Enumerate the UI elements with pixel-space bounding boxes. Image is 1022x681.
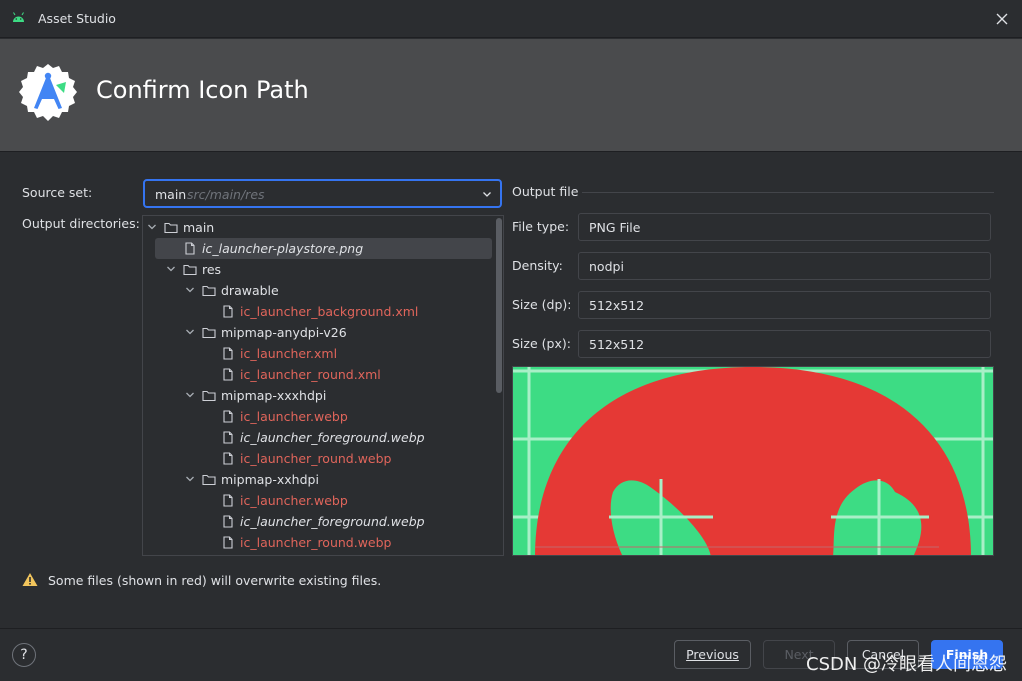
file-icon <box>223 452 233 465</box>
help-button[interactable]: ? <box>12 643 36 667</box>
tree-file-row[interactable]: ic_launcher_foreground.webp <box>143 511 495 532</box>
tree-item-label: ic_launcher.xml <box>240 346 338 361</box>
output-directories-tree[interactable]: ic_launcher_round.webp ic_launcher_foregr… <box>142 215 504 556</box>
file-icon <box>223 305 233 318</box>
file-icon <box>223 536 233 549</box>
chevron-down-icon[interactable] <box>185 327 195 337</box>
source-set-label: Source set: <box>22 185 93 200</box>
output-file-section-title: Output file <box>512 184 579 199</box>
folder-icon <box>202 285 216 297</box>
tree-scrollbar[interactable] <box>495 216 503 555</box>
folder-icon <box>183 264 197 276</box>
tree-file-row[interactable]: ic_launcher-playstore.png <box>155 238 492 259</box>
size-dp-field[interactable]: 512x512 <box>578 291 991 319</box>
folder-icon <box>164 222 178 234</box>
density-value: nodpi <box>589 259 624 274</box>
tree-file-row[interactable]: ic_launcher.webp <box>143 406 495 427</box>
source-set-value: main <box>155 187 187 202</box>
size-dp-value: 512x512 <box>589 298 645 313</box>
chevron-down-icon[interactable] <box>185 285 195 295</box>
density-label: Density: <box>512 258 563 273</box>
overwrite-warning-text: Some files (shown in red) will overwrite… <box>48 573 382 588</box>
source-set-hint: src/main/res <box>187 187 265 202</box>
tree-file-row[interactable]: ic_launcher.xml <box>143 343 495 364</box>
tree-item-label: ic_launcher.webp <box>240 409 348 424</box>
tree-item-label: ic_launcher_foreground.webp <box>240 514 425 529</box>
chevron-down-icon[interactable] <box>185 474 195 484</box>
tree-folder-row[interactable]: res <box>143 259 495 280</box>
file-icon <box>223 410 233 423</box>
tree-item-label: mipmap-xxxhdpi <box>221 388 327 403</box>
size-dp-label: Size (dp): <box>512 297 572 312</box>
tree-item-label: ic_launcher_foreground.webp <box>240 430 425 445</box>
chevron-down-icon[interactable] <box>185 390 195 400</box>
chevron-down-icon[interactable] <box>147 222 157 232</box>
icon-preview-image <box>513 367 993 555</box>
window-title: Asset Studio <box>38 11 116 26</box>
tree-item-label: ic_launcher_round.webp <box>240 535 392 550</box>
size-px-label: Size (px): <box>512 336 571 351</box>
file-icon <box>223 494 233 507</box>
chevron-down-icon[interactable] <box>166 264 176 274</box>
tree-file-row[interactable]: ic_launcher_round.xml <box>143 364 495 385</box>
android-studio-logo-icon <box>19 64 77 121</box>
file-icon <box>223 431 233 444</box>
chevron-down-icon <box>483 192 491 197</box>
source-set-select[interactable]: main src/main/res <box>143 179 502 208</box>
footer-divider <box>0 628 1022 629</box>
icon-preview <box>512 366 994 556</box>
tree-item-label: ic_launcher_round.webp <box>240 451 392 466</box>
tree-item-label: ic_launcher_round.xml <box>240 367 381 382</box>
tree-folder-row[interactable]: mipmap-anydpi-v26 <box>143 322 495 343</box>
tree-item-label: ic_launcher_background.xml <box>240 304 419 319</box>
density-field[interactable]: nodpi <box>578 252 991 280</box>
file-type-value: PNG File <box>589 220 641 235</box>
folder-icon <box>202 390 216 402</box>
tree-item-label: ic_launcher.webp <box>240 493 348 508</box>
folder-icon <box>202 327 216 339</box>
warning-icon <box>22 573 38 586</box>
tree-folder-row[interactable]: mipmap-xxhdpi <box>143 469 495 490</box>
size-px-field[interactable]: 512x512 <box>578 330 991 358</box>
previous-button-label: Previous <box>686 647 739 662</box>
file-type-label: File type: <box>512 219 570 234</box>
output-directories-label: Output directories: <box>22 216 140 231</box>
file-icon <box>185 242 195 255</box>
tree-item-label: res <box>202 262 222 277</box>
title-bar: Asset Studio <box>0 0 1022 38</box>
tree-item-label: drawable <box>221 283 279 298</box>
tree-folder-row[interactable]: main <box>143 217 495 238</box>
size-px-value: 512x512 <box>589 337 645 352</box>
scrollbar-thumb[interactable] <box>496 218 502 393</box>
dialog-header: Confirm Icon Path <box>0 39 1022 152</box>
tree-folder-row[interactable]: drawable <box>143 280 495 301</box>
file-icon <box>223 515 233 528</box>
tree-folder-row[interactable]: mipmap-xxxhdpi <box>143 385 495 406</box>
tree-item-label: ic_launcher-playstore.png <box>202 241 364 256</box>
tree-item-label: mipmap-xxhdpi <box>221 472 319 487</box>
tree-item-label: main <box>183 220 215 235</box>
file-icon <box>223 368 233 381</box>
file-icon <box>223 347 233 360</box>
close-icon[interactable] <box>993 10 1011 28</box>
tree-file-row[interactable]: ic_launcher_round.webp <box>143 532 495 553</box>
tree-file-row[interactable]: ic_launcher_background.xml <box>143 301 495 322</box>
tree-file-row[interactable]: ic_launcher_foreground.webp <box>143 427 495 448</box>
section-divider <box>582 192 994 193</box>
tree-file-row[interactable]: ic_launcher_round.webp <box>143 448 495 469</box>
page-title: Confirm Icon Path <box>96 76 309 104</box>
android-icon <box>13 12 24 22</box>
file-type-field[interactable]: PNG File <box>578 213 991 241</box>
watermark-text: CSDN @冷眼看人间恩怨 <box>806 654 1008 675</box>
previous-button[interactable]: Previous <box>674 640 751 669</box>
folder-icon <box>202 474 216 486</box>
tree-item-label: mipmap-anydpi-v26 <box>221 325 347 340</box>
tree-file-row[interactable]: ic_launcher.webp <box>143 490 495 511</box>
